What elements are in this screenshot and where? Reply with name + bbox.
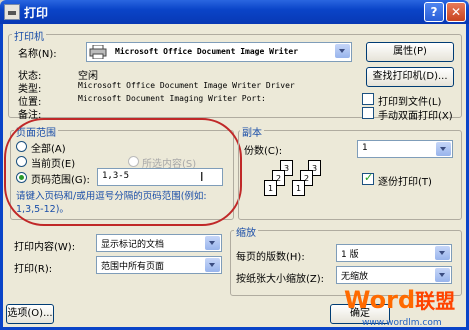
- collate-label: 逐份打印(T): [378, 177, 432, 188]
- per-sheet-select[interactable]: 1 版: [336, 244, 452, 262]
- chevron-down-icon: [435, 246, 450, 260]
- collate-checkbox[interactable]: [362, 171, 374, 185]
- copies-count-value: 1: [362, 143, 368, 153]
- printer-name-label: 名称(N):: [18, 49, 57, 60]
- printer-name-value: Microsoft Office Document Image Writer: [115, 47, 299, 56]
- scale-value: 无缩放: [341, 272, 369, 282]
- print-to-file-checkbox[interactable]: [362, 93, 374, 105]
- type-value: Microsoft Office Document Image Writer D…: [78, 81, 295, 90]
- print-what-value: 显示标记的文档: [101, 240, 165, 250]
- page-icon: 1: [292, 180, 305, 196]
- print-select[interactable]: 范围中所有页面: [96, 256, 222, 274]
- properties-button[interactable]: 属性(P): [366, 42, 454, 62]
- page-icon: 1: [264, 180, 277, 196]
- annotation-oval: [4, 118, 242, 226]
- spinner-icon: [436, 142, 451, 156]
- print-to-file-label: 打印到文件(L): [378, 97, 442, 108]
- help-button[interactable]: ?: [424, 2, 444, 22]
- print-what-label: 打印内容(W):: [14, 242, 76, 253]
- per-sheet-label: 每页的版数(H):: [236, 252, 305, 263]
- print-value: 范围中所有页面: [101, 262, 165, 272]
- manual-duplex-label: 手动双面打印(X): [378, 111, 453, 122]
- chevron-down-icon: [435, 268, 450, 282]
- zoom-label: 缩放: [234, 224, 258, 239]
- chevron-down-icon: [205, 236, 220, 250]
- window-title: 打印: [24, 6, 49, 20]
- scale-label: 按纸张大小缩放(Z):: [236, 274, 325, 285]
- printer-icon: [89, 44, 107, 60]
- print-label: 打印(R):: [14, 264, 53, 275]
- where-value: Microsoft Document Imaging Writer Port:: [78, 94, 266, 103]
- printer-group-label: 打印机: [12, 28, 46, 43]
- copies-label: 副本: [240, 124, 264, 139]
- chevron-down-icon: [205, 258, 220, 272]
- find-printer-button[interactable]: 查找打印机(D)...: [366, 67, 454, 87]
- scale-select[interactable]: 无缩放: [336, 266, 452, 284]
- watermark-logo: Word联盟: [344, 287, 455, 314]
- print-what-select[interactable]: 显示标记的文档: [96, 234, 222, 252]
- per-sheet-value: 1 版: [341, 250, 359, 260]
- options-button[interactable]: 选项(O)...: [6, 304, 54, 324]
- watermark-cn: 联盟: [415, 289, 456, 313]
- collate-illustration: 3 2 1: [286, 160, 326, 206]
- printer-icon: [4, 4, 20, 20]
- printer-name-select[interactable]: Microsoft Office Document Image Writer: [86, 42, 352, 62]
- watermark-word: Word: [344, 286, 416, 314]
- manual-duplex-checkbox[interactable]: [362, 107, 374, 119]
- close-button[interactable]: ✕: [446, 2, 466, 22]
- copies-count-label: 份数(C):: [244, 146, 283, 157]
- chevron-down-icon: [335, 44, 350, 58]
- status-value: 空闲: [78, 71, 98, 82]
- watermark-url: www.wordlm.com: [362, 318, 442, 328]
- copies-count-spinner[interactable]: 1: [357, 140, 453, 158]
- title-bar: [0, 0, 469, 24]
